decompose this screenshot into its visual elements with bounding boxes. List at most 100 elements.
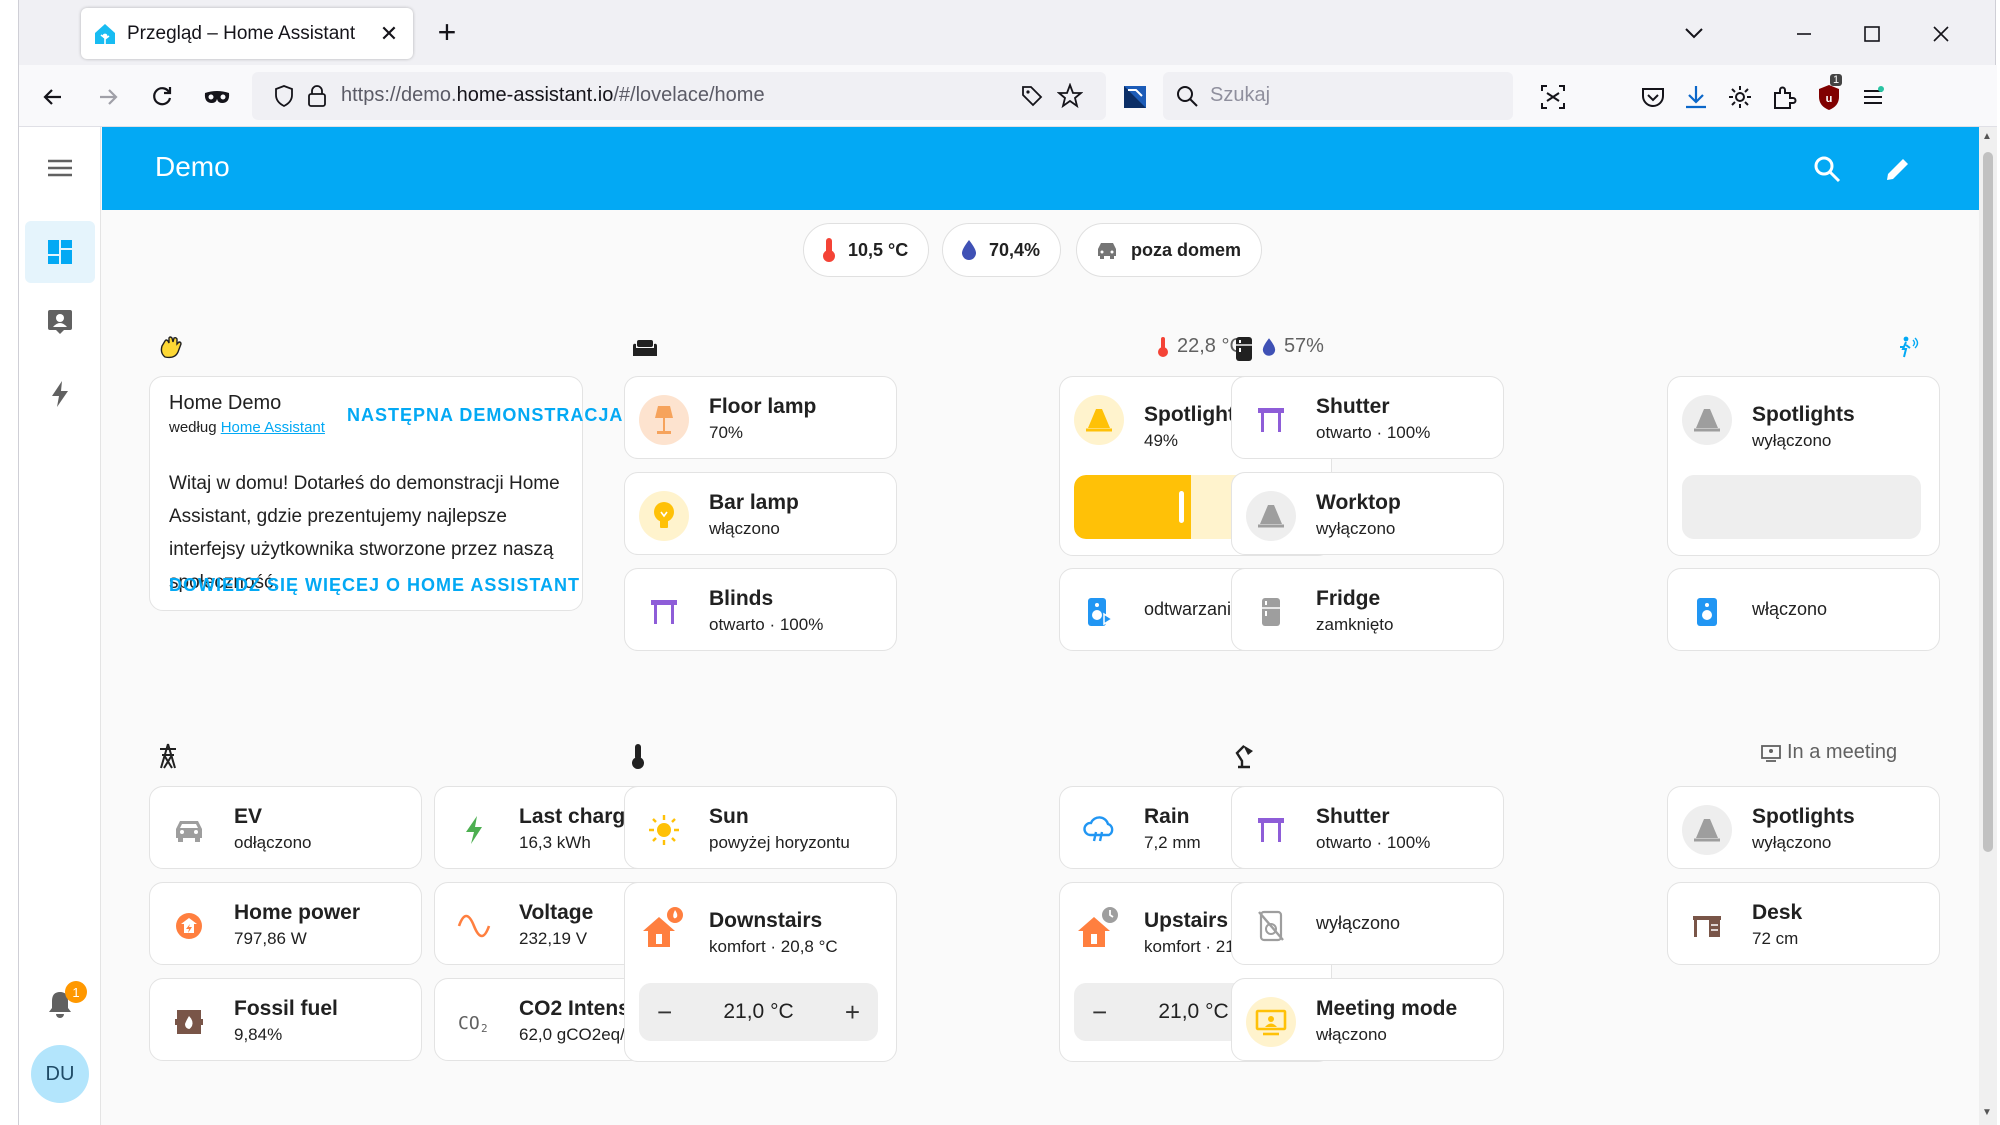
search-button[interactable] [1807,149,1847,189]
tile-fossil-fuel[interactable]: Fossil fuel 9,84% [149,978,422,1061]
molecule-co2-icon[interactable]: CO 2 [449,997,499,1047]
browser-tab[interactable]: Przegląd – Home Assistant ✕ [81,8,413,59]
close-window-icon[interactable] [1921,14,1961,54]
avatar[interactable]: DU [31,1045,89,1103]
puzzle-icon[interactable] [1767,80,1801,114]
hand-wave-icon [160,336,182,359]
tile-blinds[interactable]: Blinds otwarto · 100% [624,568,897,651]
close-icon[interactable]: ✕ [377,21,401,47]
star-icon[interactable] [1056,82,1084,114]
spotlight-icon[interactable] [1682,805,1732,855]
speaker-play-icon[interactable] [1074,587,1124,637]
window-shutter-open-icon[interactable] [1246,395,1296,445]
lightning-bolt-icon[interactable] [449,805,499,855]
plus-icon[interactable]: + [429,14,465,50]
spotlight-icon[interactable] [1246,491,1296,541]
mask-icon[interactable] [200,80,234,114]
home-thermometer-icon[interactable] [639,905,689,955]
reload-icon[interactable] [145,80,179,114]
fridge-icon[interactable] [1246,587,1296,637]
ublock-icon[interactable]: u 1 [1812,74,1846,114]
desk-icon[interactable] [1682,901,1732,951]
scroll-up-icon[interactable]: ▲ [1982,131,1992,142]
sidebar-item-map[interactable] [25,291,95,353]
back-icon[interactable] [36,80,70,114]
notification-badge: 1 [65,981,87,1003]
speaker-off-icon[interactable] [1246,901,1296,951]
chevron-down-icon[interactable] [1679,18,1709,48]
pencil-icon [1887,159,1908,180]
tile-office-spotlights[interactable]: Spotlights wyłączono [1667,786,1940,869]
home-lightning-icon[interactable] [164,901,214,951]
spotlight-icon[interactable] [1682,395,1732,445]
tile-fridge[interactable]: Fridge zamknięto [1231,568,1504,651]
thermostat-downstairs[interactable]: Downstairs komfort · 20,8 °C − 21,0 °C + [624,882,897,1062]
forward-icon[interactable] [91,80,125,114]
sidebar-menu-button[interactable] [25,137,95,199]
minimize-icon[interactable] [1784,14,1824,54]
speaker-icon[interactable] [1682,587,1732,637]
tile-office-shutter[interactable]: Shutter otwarto · 100% [1231,786,1504,869]
decrease-temperature-button[interactable]: − [1092,997,1107,1028]
learn-more-button[interactable]: DOWIEDZ SIĘ WIĘCEJ O HOME ASSISTANT [169,575,580,596]
url-text[interactable]: https://demo.home-assistant.io/#/lovelac… [341,84,765,107]
car-icon[interactable] [164,805,214,855]
spotlight-icon[interactable] [1074,395,1124,445]
window-shutter-open-icon[interactable] [1246,805,1296,855]
maximize-icon[interactable] [1852,14,1892,54]
tile-worktop[interactable]: Worktop wyłączono [1231,472,1504,555]
tag-icon[interactable] [1020,84,1044,113]
tile-office-speaker[interactable]: wyłączono [1231,882,1504,965]
tile-speaker-kitchen[interactable]: włączono [1667,568,1940,651]
menu-icon[interactable] [1856,80,1890,114]
scrollbar-thumb[interactable] [1983,152,1993,852]
tile-home-power[interactable]: Home power 797,86 W [149,882,422,965]
lightbulb-icon[interactable] [639,491,689,541]
navigation-toolbar: https://demo.home-assistant.io/#/lovelac… [19,65,1997,127]
dashboard-icon [48,240,72,264]
lock-icon[interactable] [306,84,328,113]
pocket-icon[interactable] [1636,80,1670,114]
home-assistant-link[interactable]: Home Assistant [221,419,325,436]
window-shutter-open-icon[interactable] [639,587,689,637]
fire-icon[interactable] [164,997,214,1047]
gear-icon[interactable] [1723,80,1757,114]
sine-wave-icon[interactable] [449,901,499,951]
tile-ev[interactable]: EV odłączono [149,786,422,869]
presentation-icon[interactable] [1246,997,1296,1047]
screenshot-icon[interactable] [1536,80,1570,114]
weather-rainy-icon[interactable] [1074,805,1124,855]
edit-button[interactable] [1878,149,1918,189]
next-demo-button[interactable]: NASTĘPNA DEMONSTRACJA [347,405,623,426]
tile-floor-lamp[interactable]: Floor lamp 70% [624,376,897,459]
tile-desk[interactable]: Desk 72 cm [1667,882,1940,965]
brightness-slider[interactable] [1682,475,1921,539]
intro-title: Home Demo [169,392,282,414]
floor-lamp-icon[interactable] [639,395,689,445]
url-bar[interactable]: https://demo.home-assistant.io/#/lovelac… [252,72,1106,120]
sidebar-item-overview[interactable] [25,221,95,283]
scroll-down-icon[interactable]: ▼ [1982,1107,1992,1118]
search-bar[interactable]: Szukaj [1163,72,1513,120]
sun-icon[interactable] [639,805,689,855]
sidebar-item-energy[interactable] [25,363,95,425]
page-scrollbar[interactable]: ▲ ▼ [1979,127,1997,1125]
tile-spotlights-kitchen[interactable]: Spotlights wyłączono [1667,376,1940,556]
sofa-icon [633,340,657,356]
increase-temperature-button[interactable]: + [845,997,860,1028]
tile-meeting-mode[interactable]: Meeting mode włączono [1231,978,1504,1061]
shield-icon[interactable] [272,84,296,113]
sidebar-notifications[interactable]: 1 [25,973,95,1035]
badge-person-location[interactable]: poza domem [1076,223,1263,277]
brightness-slider-handle[interactable] [1179,491,1184,523]
download-icon[interactable] [1679,80,1713,114]
water-percent-icon [962,240,976,260]
tile-kitchen-shutter[interactable]: Shutter otwarto · 100% [1231,376,1504,459]
decrease-temperature-button[interactable]: − [657,997,672,1028]
home-clock-icon[interactable] [1074,905,1124,955]
badge-outdoor-temperature[interactable]: 10,5 °C [803,223,930,277]
badge-outdoor-humidity[interactable]: 70,4% [942,223,1062,277]
tile-bar-lamp[interactable]: Bar lamp włączono [624,472,897,555]
extension-icon[interactable] [1118,80,1152,114]
tile-sun[interactable]: Sun powyżej horyzontu [624,786,897,869]
